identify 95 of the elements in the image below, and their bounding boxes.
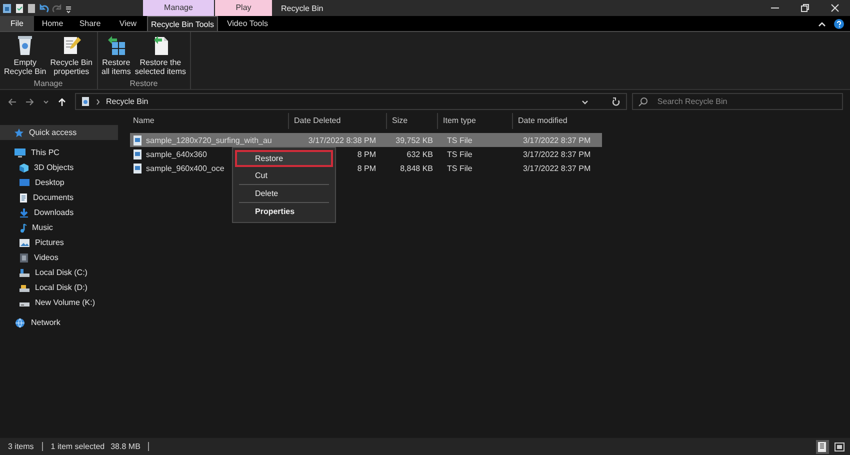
back-icon[interactable] [7,96,17,106]
table-cell: 8 PM [357,150,376,158]
help-icon[interactable] [834,18,844,28]
table-cell: 8 PM [357,164,376,172]
ribbon-button[interactable]: Recycle Bin properties [48,34,94,78]
table-cell: 3/17/2022 8:37 PM [523,150,591,158]
table-cell: 8,848 KB [400,164,433,172]
ribbon-button[interactable]: Empty Recycle Bin [2,34,48,78]
nav-item[interactable]: Quick access [0,125,118,140]
details-view-icon [817,440,828,452]
tool-group-header: Manage [143,0,214,16]
window-title: Recycle Bin [281,4,324,12]
table-cell: 3/17/2022 8:38 PM [308,136,376,144]
breadcrumb[interactable]: Recycle Bin [106,97,148,106]
restore-all-icon [106,34,126,56]
table-cell: 3/17/2022 8:37 PM [523,136,591,144]
file-name[interactable]: sample_960x400_oce [146,164,224,172]
properties-icon [61,34,82,56]
close-icon[interactable] [830,3,840,13]
nav-item[interactable]: Documents [0,190,118,205]
drive-icon [19,282,30,292]
desktop-icon [19,178,30,188]
document-icon [27,2,36,14]
table-cell: 39,752 KB [396,136,433,144]
nav-item[interactable]: Videos [0,250,118,265]
nav-item[interactable]: Desktop [0,175,118,190]
monitor-icon [14,148,26,158]
large-icons-view-icon [834,440,845,452]
tool-group-header: Play [215,0,272,16]
up-icon[interactable] [57,96,67,106]
video-file-icon [133,148,142,160]
ribbon-tab[interactable]: View [110,16,146,31]
collapse-ribbon-icon[interactable] [818,20,826,28]
breadcrumb-chevron-icon [96,98,100,106]
column-header[interactable]: Date Deleted [288,113,386,129]
menu-item[interactable]: Restore [235,150,333,167]
star-icon [14,128,24,138]
recycle-bin-icon [81,96,90,107]
nav-item[interactable]: Downloads [0,205,118,220]
group-label: Manage [34,78,63,89]
selection-count: 1 item selected [50,442,105,451]
ribbon-tab[interactable]: Recycle Bin Tools [147,16,218,31]
table-cell: 632 KB [406,150,433,158]
file-name[interactable]: sample_640x360 [146,150,207,158]
restore-icon[interactable] [800,3,810,13]
table-cell: TS File [447,150,472,158]
video-file-icon [133,134,142,146]
redo-icon [52,2,62,14]
nav-item[interactable]: Local Disk (C:) [0,265,118,280]
file-name[interactable]: sample_1280x720_surfing_with_au [146,136,272,144]
undo-icon [39,2,49,14]
cube-icon [19,162,29,172]
download-icon [19,208,29,218]
nav-item[interactable]: 3D Objects [0,160,118,175]
nav-item[interactable]: Pictures [0,235,118,250]
music-note-icon [19,222,27,232]
group-label: Restore [130,78,158,89]
picture-icon [19,238,30,248]
item-count: 3 items [8,442,34,451]
ribbon-button[interactable]: Restore the selected items [132,34,188,78]
network-icon [14,318,26,328]
table-cell: TS File [447,164,472,172]
film-icon [19,252,29,262]
menu-item[interactable]: Properties [235,203,333,220]
drive-icon [19,268,30,278]
checklist-icon [15,2,24,14]
nav-item[interactable]: Local Disk (D:) [0,280,118,295]
column-header[interactable]: Item type [437,113,512,129]
table-cell: TS File [447,136,472,144]
nav-item[interactable]: Network [0,315,118,330]
table-cell: 3/17/2022 8:37 PM [523,164,591,172]
video-file-icon [133,162,142,174]
search-icon [638,96,648,106]
ribbon-tab[interactable]: Video Tools [219,16,276,31]
column-header[interactable]: Name [128,113,288,129]
column-header[interactable]: Size [386,113,437,129]
menu-item[interactable]: Delete [235,185,333,202]
ribbon-button[interactable]: Restore all items [100,34,133,78]
refresh-icon[interactable] [611,96,622,106]
nav-item[interactable]: This PC [0,145,118,160]
menu-item[interactable]: Cut [235,167,333,184]
nav-item[interactable]: Music [0,220,118,235]
nav-item[interactable]: New Volume (K:) [0,295,118,310]
ribbon-tab[interactable]: Share [71,16,109,31]
ribbon-tab[interactable]: File [0,16,34,31]
view-toggle[interactable] [816,440,829,454]
view-toggle[interactable] [833,440,846,454]
search-field[interactable]: Search Recycle Bin [632,93,843,110]
forward-icon[interactable] [25,96,35,106]
document-icon [19,192,28,202]
address-field[interactable]: Recycle Bin [75,93,628,110]
dropdown-icon[interactable] [581,98,590,106]
ribbon-tab[interactable]: Home [35,16,70,31]
column-header[interactable]: Date modified [512,113,600,129]
selection-size: 38.8 MB [110,442,140,451]
